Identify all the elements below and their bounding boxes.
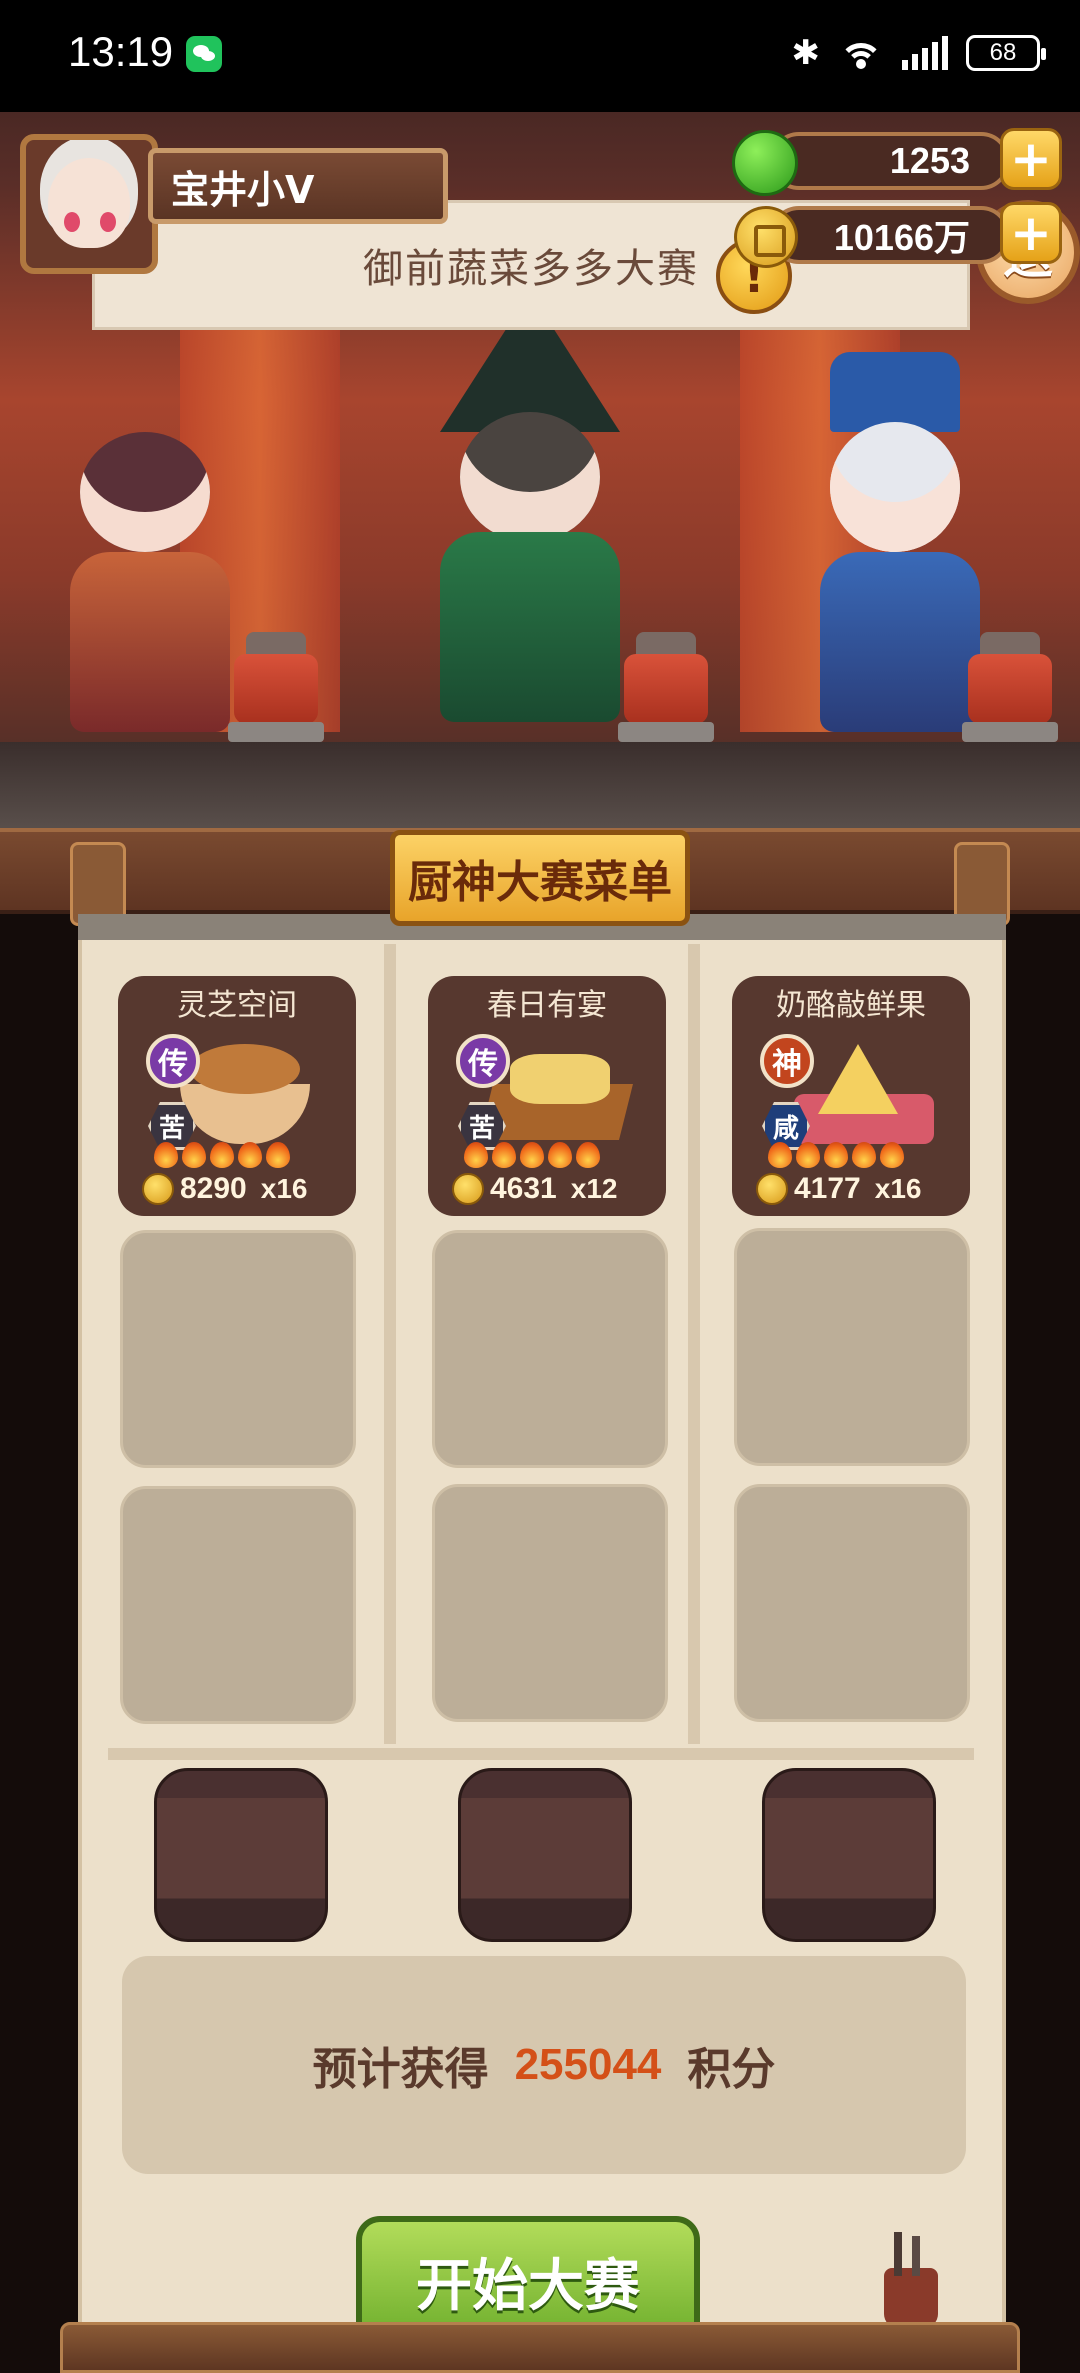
heat-rating bbox=[464, 1142, 600, 1168]
kettle-1 bbox=[228, 632, 324, 742]
wifi-icon bbox=[838, 35, 884, 71]
seasoning-slot[interactable] bbox=[458, 1768, 632, 1942]
coin-icon bbox=[142, 1173, 174, 1205]
kettle-2 bbox=[618, 632, 714, 742]
score-estimate: 预计获得 255044 积分 bbox=[122, 1956, 966, 2174]
player-name: 宝井小V bbox=[171, 167, 315, 212]
status-time: 13:19 bbox=[68, 28, 174, 75]
coin-icon bbox=[756, 1173, 788, 1205]
dish-name: 春日有宴 bbox=[487, 988, 607, 1023]
add-coins-button[interactable]: + bbox=[1000, 202, 1062, 264]
wechat-icon bbox=[186, 36, 222, 72]
player-name-box: 宝井小V bbox=[148, 148, 448, 224]
score-unit: 积分 bbox=[687, 2044, 776, 2095]
dish-name: 奶酪敲鲜果 bbox=[776, 988, 926, 1023]
rarity-badge: 传 bbox=[146, 1034, 200, 1088]
column-divider bbox=[384, 944, 396, 1744]
price-value: 8290 bbox=[180, 1172, 247, 1205]
battery-level: 68 bbox=[989, 39, 1017, 66]
coin-count: 10166万 bbox=[833, 217, 970, 258]
gem-counter: 1253 bbox=[770, 132, 1010, 190]
seasoning-slot[interactable] bbox=[762, 1768, 936, 1942]
dish-price: 8290 x16 bbox=[142, 1172, 307, 1206]
empty-dish-slot[interactable] bbox=[120, 1486, 356, 1724]
coin-icon bbox=[734, 206, 798, 268]
empty-dish-slot[interactable] bbox=[734, 1228, 970, 1466]
heat-rating bbox=[154, 1142, 290, 1168]
dish-card[interactable]: 春日有宴 传 苦 4631 x12 bbox=[428, 976, 666, 1216]
utensil-jar-icon bbox=[876, 2232, 946, 2328]
add-gems-button[interactable]: + bbox=[1000, 128, 1062, 190]
coin-icon bbox=[452, 1173, 484, 1205]
price-value: 4177 bbox=[794, 1172, 861, 1205]
status-bar: 13:19 ✱ 68 bbox=[0, 0, 1080, 112]
empty-dish-slot[interactable] bbox=[432, 1484, 668, 1722]
heat-rating bbox=[768, 1142, 904, 1168]
dish-name: 灵芝空间 bbox=[177, 988, 297, 1023]
battery-icon: 68 bbox=[966, 35, 1046, 71]
empty-dish-slot[interactable] bbox=[734, 1484, 970, 1722]
character-left[interactable] bbox=[40, 382, 250, 762]
dish-card[interactable]: 灵芝空间 传 苦 8290 x16 bbox=[118, 976, 356, 1216]
empty-dish-slot[interactable] bbox=[432, 1230, 668, 1468]
bluetooth-icon: ✱ bbox=[791, 33, 821, 73]
dish-card[interactable]: 奶酪敲鲜果 神 咸 4177 x16 bbox=[732, 976, 970, 1216]
gem-count: 1253 bbox=[889, 140, 970, 181]
rarity-badge: 传 bbox=[456, 1034, 510, 1088]
bottom-frame bbox=[60, 2322, 1020, 2373]
coin-counter: 10166万 bbox=[770, 206, 1010, 264]
kettle-3 bbox=[962, 632, 1058, 742]
price-multiplier: x16 bbox=[260, 1173, 308, 1204]
section-divider bbox=[108, 1748, 974, 1760]
event-title: 御前蔬菜多多大赛 bbox=[363, 246, 699, 292]
price-multiplier: x12 bbox=[570, 1173, 618, 1204]
dish-price: 4631 x12 bbox=[452, 1172, 617, 1206]
dish-price: 4177 x16 bbox=[756, 1172, 921, 1206]
price-value: 4631 bbox=[490, 1172, 557, 1205]
signal-icon bbox=[902, 36, 948, 70]
apple-gem-icon bbox=[732, 130, 798, 196]
rarity-badge: 神 bbox=[760, 1034, 814, 1088]
menu-title: 厨神大赛菜单 bbox=[390, 830, 690, 926]
seasoning-slot[interactable] bbox=[154, 1768, 328, 1942]
column-divider bbox=[688, 944, 700, 1744]
counter-top bbox=[0, 742, 1080, 832]
empty-dish-slot[interactable] bbox=[120, 1230, 356, 1468]
score-value: 255044 bbox=[514, 2040, 662, 2089]
avatar[interactable] bbox=[20, 134, 158, 274]
price-multiplier: x16 bbox=[874, 1173, 922, 1204]
score-label: 预计获得 bbox=[312, 2044, 489, 2095]
